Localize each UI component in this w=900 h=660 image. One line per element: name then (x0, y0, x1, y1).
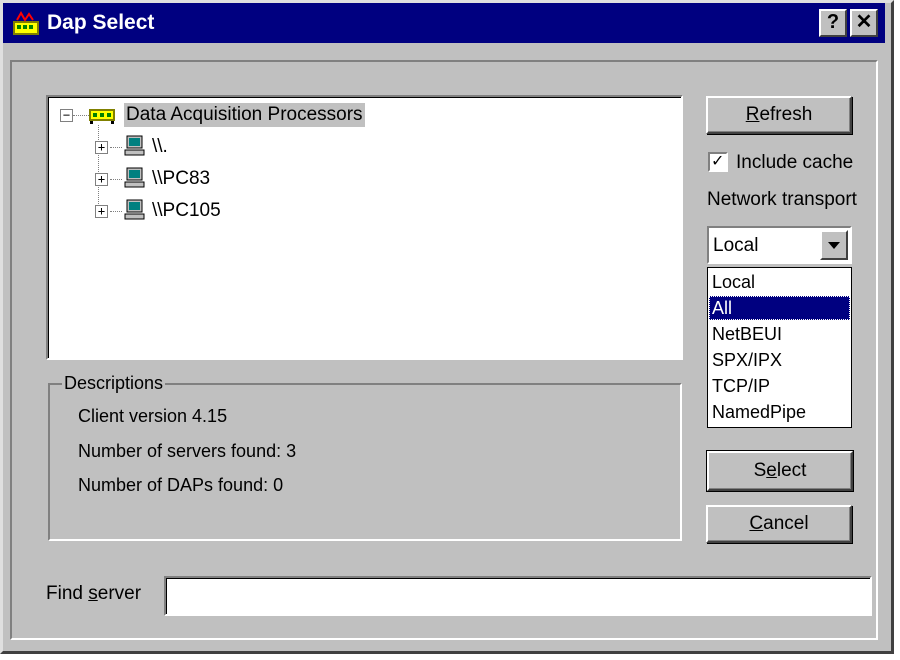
transport-option[interactable]: TCP/IP (709, 374, 850, 398)
refresh-button[interactable]: Refresh (706, 96, 852, 134)
computer-icon (124, 167, 145, 188)
computer-icon (124, 199, 145, 220)
tree-root-label[interactable]: Data Acquisition Processors (124, 103, 365, 127)
help-button[interactable]: ? (819, 9, 847, 37)
cancel-button[interactable]: Cancel (706, 505, 852, 543)
network-transport-label: Network transport (707, 189, 857, 210)
expand-icon[interactable]: + (95, 141, 108, 154)
daps-found-text: Number of DAPs found: 0 (78, 475, 284, 495)
servers-found-text: Number of servers found: 3 (78, 441, 297, 461)
title-bar[interactable]: Dap Select ? ✕ (3, 3, 885, 43)
transport-option[interactable]: NamedPipe (709, 400, 850, 424)
window-title: Dap Select (47, 11, 155, 34)
find-server-label: Find server (46, 583, 142, 604)
transport-option[interactable]: All (709, 296, 850, 320)
tree-node-label[interactable]: \\. (152, 135, 168, 159)
client-version-text: Client version 4.15 (78, 406, 228, 426)
dropdown-arrow-button[interactable] (820, 230, 848, 260)
checkmark-icon: ✓ (711, 151, 725, 170)
tree-connector (110, 147, 122, 148)
network-transport-options[interactable]: Local All NetBEUI SPX/IPX TCP/IP NamedPi… (707, 267, 852, 428)
select-button[interactable]: Select (706, 450, 854, 492)
network-transport-value: Local (713, 235, 759, 256)
cancel-button-label: Cancel (749, 513, 809, 534)
refresh-button-label: Refresh (745, 104, 813, 125)
include-cache-checkbox[interactable]: ✓ (708, 151, 728, 172)
expand-icon[interactable]: + (95, 205, 108, 218)
expand-icon[interactable]: + (95, 173, 108, 186)
computer-icon (124, 135, 145, 156)
network-transport-select[interactable]: Local (707, 226, 852, 264)
close-button[interactable]: ✕ (850, 9, 878, 37)
tree-connector (110, 211, 122, 212)
descriptions-title: Descriptions (62, 372, 166, 394)
transport-option[interactable]: Local (709, 270, 850, 294)
collapse-icon[interactable]: − (60, 109, 73, 122)
include-cache-label[interactable]: Include cache (736, 151, 853, 175)
dap-app-icon (13, 11, 39, 35)
tree-node-label[interactable]: \\PC83 (152, 167, 210, 191)
transport-option[interactable]: SPX/IPX (709, 348, 850, 372)
find-server-input[interactable] (164, 576, 872, 616)
tree-connector (73, 115, 89, 116)
dap-tree-view[interactable]: − Data Acquisition Processors + \\. + \\… (46, 95, 683, 360)
tree-connector (98, 125, 99, 214)
transport-option[interactable]: NetBEUI (709, 322, 850, 346)
tree-node-label[interactable]: \\PC105 (152, 199, 221, 223)
dap-board-icon (89, 109, 115, 124)
chevron-down-icon (828, 242, 840, 249)
select-button-label: Select (753, 460, 807, 481)
tree-connector (110, 179, 122, 180)
